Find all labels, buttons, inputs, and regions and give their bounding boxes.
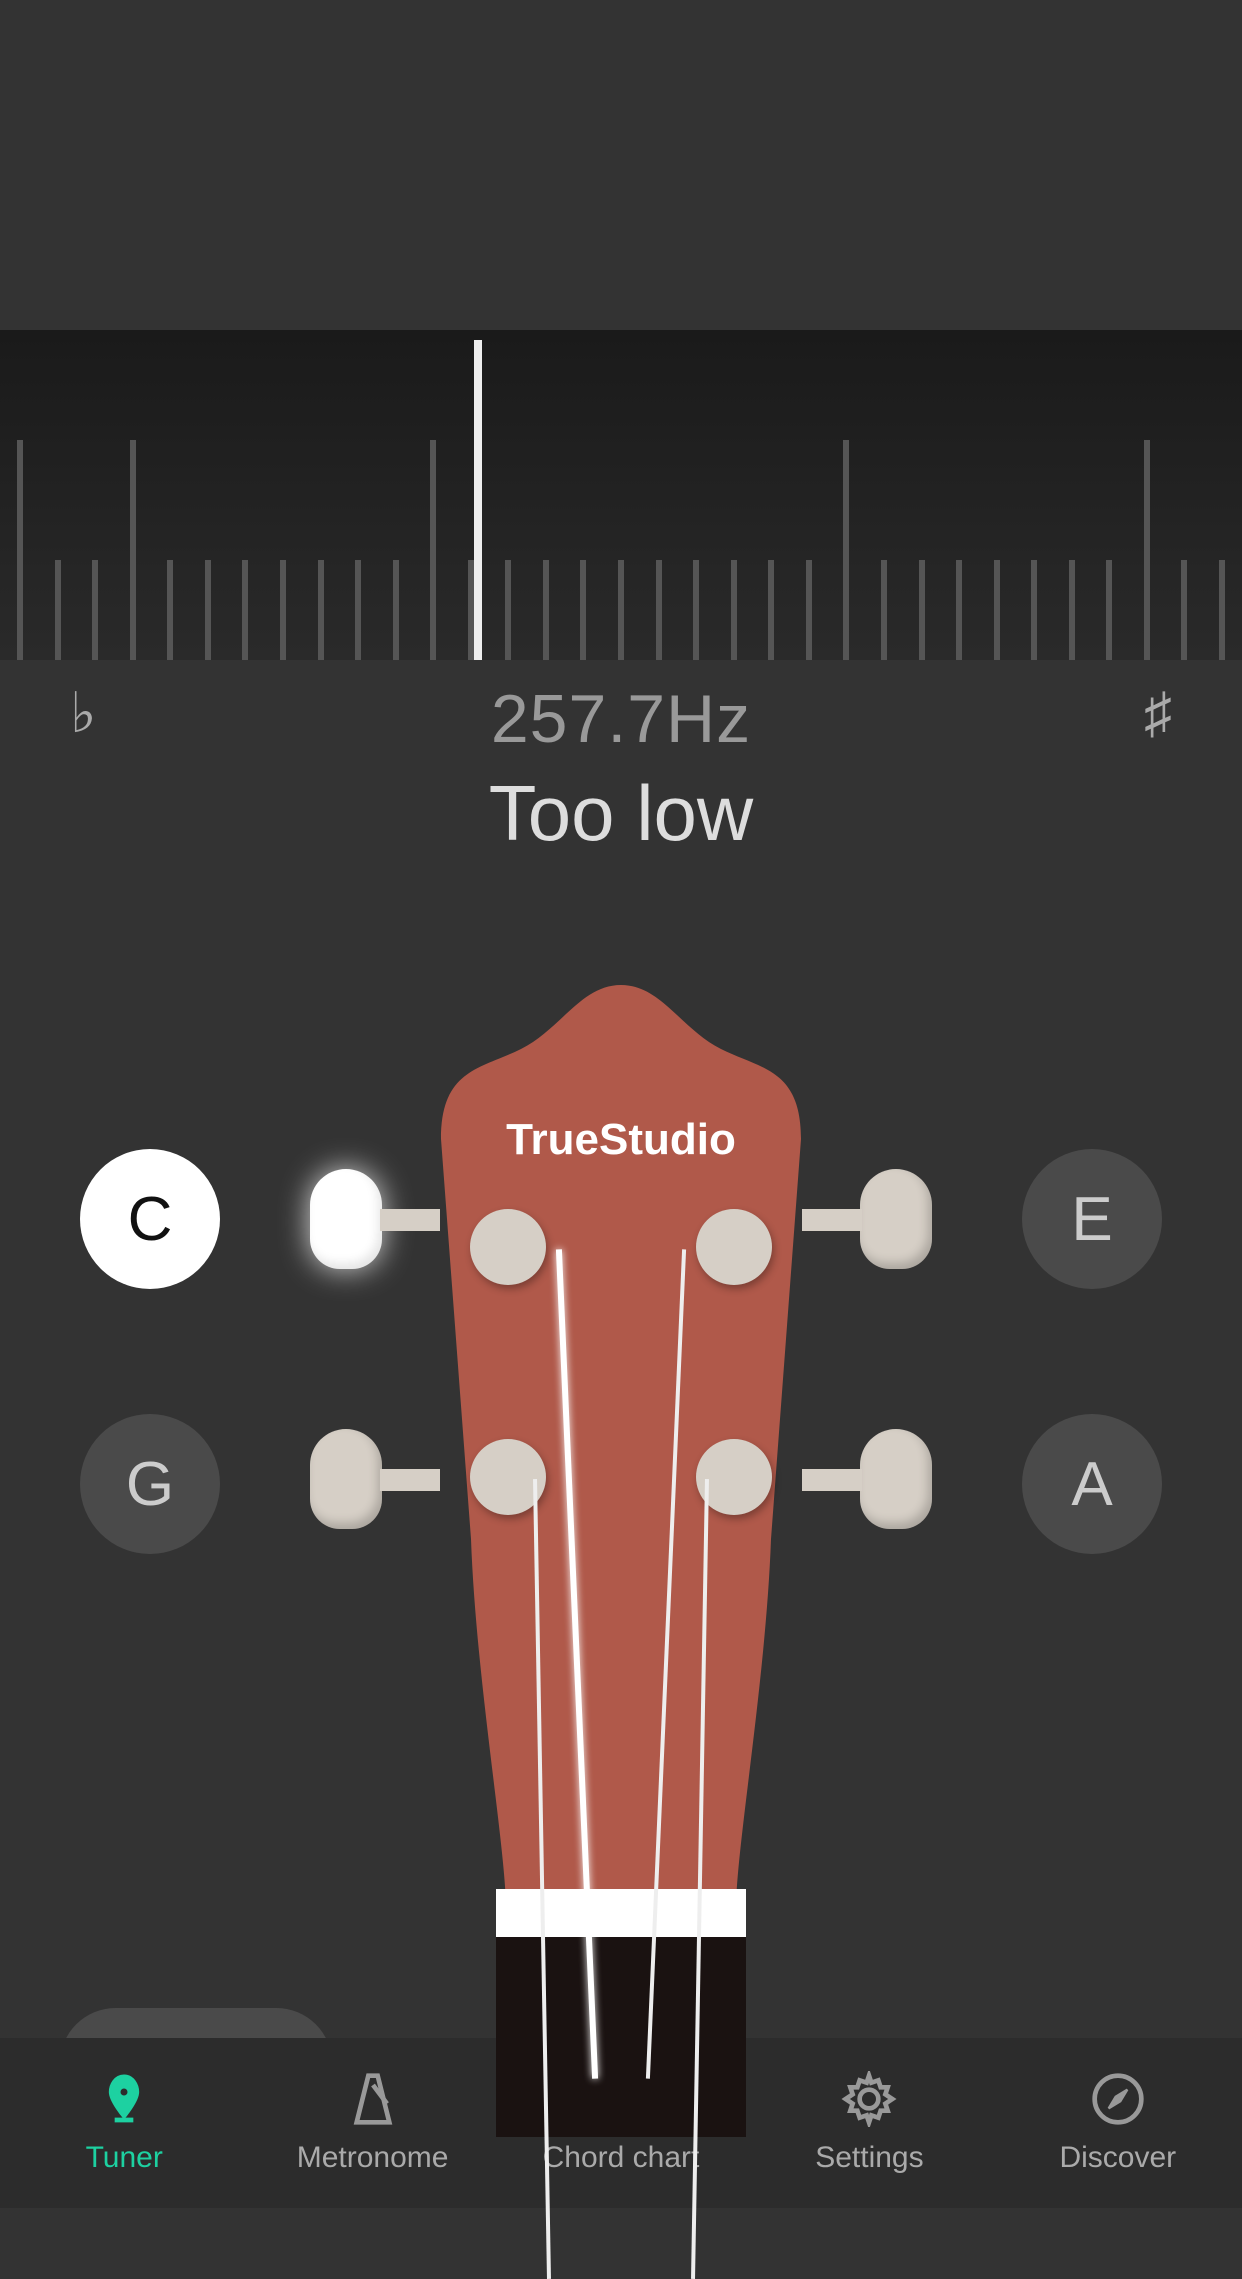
readout: ♭ ♯ 257.7Hz Too low [0,660,1242,859]
meter-tick [768,560,774,660]
meter-tick [55,560,61,660]
meter-needle [474,340,482,660]
note-label: G [126,1449,174,1520]
tuning-peg-g[interactable] [310,1429,382,1529]
note-button-e[interactable]: E [1022,1149,1162,1289]
meter-tick [731,560,737,660]
tuning-peg-a[interactable] [860,1429,932,1529]
tuner-icon [96,2071,152,2127]
note-button-a[interactable]: A [1022,1414,1162,1554]
tuning-peg-e[interactable] [860,1169,932,1269]
tuning-status: Too low [0,768,1242,859]
nav-metronome[interactable]: Metronome [248,2038,496,2208]
meter-tick [994,560,1000,660]
status-bar-spacer [0,0,1242,330]
tuner-meter [0,330,1242,660]
headstock-area: C E G A TrueStudio Ukulele [0,979,1242,2159]
nav-label: Settings [815,2141,923,2175]
nut [496,1889,746,1937]
meter-tick [167,560,173,660]
meter-tick [130,440,136,660]
fretboard [496,1937,746,2137]
nav-label: Metronome [297,2141,449,2175]
meter-tick [205,560,211,660]
nav-settings[interactable]: Settings [745,2038,993,2208]
meter-tick [1031,560,1037,660]
meter-tick [242,560,248,660]
nav-discover[interactable]: Discover [994,2038,1242,2208]
note-label: C [128,1184,173,1255]
nav-label: Tuner [86,2141,163,2175]
meter-tick [543,560,549,660]
meter-tick [580,560,586,660]
meter-tick [919,560,925,660]
flat-symbol: ♭ [70,680,96,746]
gear-icon [841,2071,897,2127]
meter-tick [468,560,474,660]
meter-tick [280,560,286,660]
brand-label: TrueStudio [506,1115,736,1165]
meter-tick [430,440,436,660]
meter-tick [393,560,399,660]
meter-tick [1106,560,1112,660]
note-label: E [1071,1184,1112,1255]
meter-tick [656,560,662,660]
nav-tuner[interactable]: Tuner [0,2038,248,2208]
string-post [470,1209,546,1285]
tuning-peg-c[interactable] [310,1169,382,1269]
meter-tick [355,560,361,660]
meter-tick [843,440,849,660]
nav-label: Discover [1059,2141,1176,2175]
meter-tick [1219,560,1225,660]
meter-tick [693,560,699,660]
meter-tick [17,440,23,660]
metronome-icon [345,2071,401,2127]
meter-tick [1181,560,1187,660]
meter-tick [1144,440,1150,660]
compass-icon [1090,2071,1146,2127]
meter-tick [505,560,511,660]
note-label: A [1071,1449,1112,1520]
note-button-c[interactable]: C [80,1149,220,1289]
meter-tick [318,560,324,660]
nav-label: Chord chart [543,2141,700,2175]
meter-tick [1069,560,1075,660]
meter-tick [618,560,624,660]
string-post [696,1209,772,1285]
note-button-g[interactable]: G [80,1414,220,1554]
frequency-readout: 257.7Hz [0,680,1242,758]
meter-tick [806,560,812,660]
meter-tick [956,560,962,660]
meter-tick [92,560,98,660]
meter-tick [881,560,887,660]
sharp-symbol: ♯ [1144,680,1172,745]
